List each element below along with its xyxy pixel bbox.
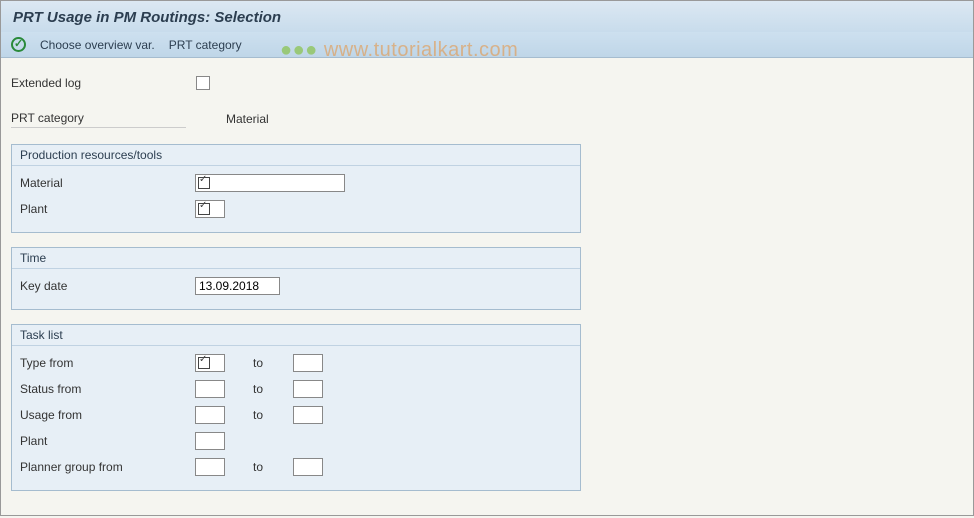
to-label: to — [253, 408, 293, 422]
status-from-label: Status from — [20, 382, 195, 396]
choose-overview-button[interactable]: Choose overview var. — [40, 38, 155, 52]
material-label: Material — [20, 176, 195, 190]
type-from-input[interactable] — [195, 354, 225, 372]
group-production-resources: Production resources/tools Material Plan… — [11, 144, 581, 233]
type-to-input[interactable] — [293, 354, 323, 372]
extended-log-label: Extended log — [11, 76, 196, 90]
prt-category-label: PRT category — [11, 111, 186, 128]
status-to-input[interactable] — [293, 380, 323, 398]
plant-input[interactable] — [195, 200, 225, 218]
toolbar: Choose overview var. PRT category — [1, 32, 973, 58]
group-task-title: Task list — [12, 325, 580, 346]
execute-icon[interactable] — [11, 37, 26, 52]
extended-log-checkbox[interactable] — [196, 76, 210, 90]
group-time-title: Time — [12, 248, 580, 269]
task-plant-label: Plant — [20, 434, 195, 448]
usage-from-input[interactable] — [195, 406, 225, 424]
prt-category-button[interactable]: PRT category — [169, 38, 242, 52]
to-label: to — [253, 460, 293, 474]
title-bar: PRT Usage in PM Routings: Selection — [1, 1, 973, 32]
plant-label: Plant — [20, 202, 195, 216]
key-date-label: Key date — [20, 279, 195, 293]
status-from-input[interactable] — [195, 380, 225, 398]
prt-category-value: Material — [226, 112, 269, 126]
to-label: to — [253, 382, 293, 396]
group-prt-title: Production resources/tools — [12, 145, 580, 166]
sap-window: PRT Usage in PM Routings: Selection Choo… — [0, 0, 974, 516]
material-input[interactable] — [195, 174, 345, 192]
planner-to-input[interactable] — [293, 458, 323, 476]
planner-from-label: Planner group from — [20, 460, 195, 474]
group-task-list: Task list Type from to Status from to — [11, 324, 581, 491]
to-label: to — [253, 356, 293, 370]
key-date-input[interactable] — [195, 277, 280, 295]
group-time: Time Key date — [11, 247, 581, 310]
usage-from-label: Usage from — [20, 408, 195, 422]
type-from-label: Type from — [20, 356, 195, 370]
page-title: PRT Usage in PM Routings: Selection — [13, 9, 961, 26]
planner-from-input[interactable] — [195, 458, 225, 476]
task-plant-input[interactable] — [195, 432, 225, 450]
content-area: Extended log PRT category Material Produ… — [1, 58, 973, 505]
usage-to-input[interactable] — [293, 406, 323, 424]
